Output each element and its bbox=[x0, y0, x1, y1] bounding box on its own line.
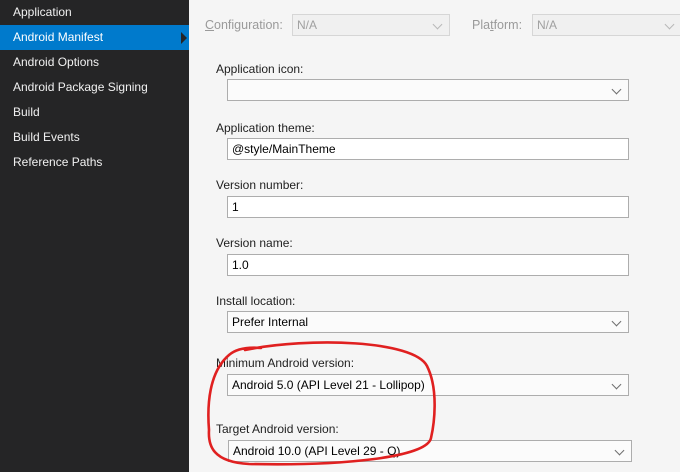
version-number-value: 1 bbox=[232, 200, 239, 214]
sidebar-item-label: Application bbox=[13, 5, 72, 19]
install-location-label: Install location: bbox=[216, 294, 296, 308]
platform-label: Platform: bbox=[472, 18, 523, 32]
sidebar-item-label: Android Manifest bbox=[13, 30, 104, 44]
minimum-android-version-select[interactable]: Android 5.0 (API Level 21 - Lollipop) bbox=[227, 374, 629, 396]
chevron-down-icon bbox=[432, 19, 443, 30]
application-theme-value: @style/MainTheme bbox=[232, 142, 336, 156]
sidebar: Application Android Manifest Android Opt… bbox=[0, 0, 189, 472]
configuration-label: Configuration: bbox=[205, 18, 283, 32]
platform-select[interactable]: N/A bbox=[532, 14, 680, 36]
application-icon-label: Application icon: bbox=[216, 62, 304, 76]
application-theme-label: Application theme: bbox=[216, 121, 315, 135]
chevron-down-icon bbox=[611, 84, 622, 95]
minimum-android-version-label: Minimum Android version: bbox=[216, 356, 355, 370]
platform-value: N/A bbox=[537, 18, 558, 32]
application-icon-select[interactable] bbox=[227, 79, 629, 101]
sidebar-item-build[interactable]: Build bbox=[0, 100, 189, 125]
sidebar-item-reference-paths[interactable]: Reference Paths bbox=[0, 150, 189, 175]
chevron-down-icon bbox=[611, 379, 622, 390]
sidebar-item-build-events[interactable]: Build Events bbox=[0, 125, 189, 150]
chevron-down-icon bbox=[614, 445, 625, 456]
install-location-value: Prefer Internal bbox=[232, 315, 309, 329]
sidebar-item-label: Build bbox=[13, 105, 40, 119]
configuration-bar: Configuration: N/A Platform: N/A bbox=[189, 0, 680, 50]
chevron-down-icon bbox=[664, 19, 675, 30]
sidebar-item-label: Android Options bbox=[13, 55, 100, 69]
sidebar-item-android-package-signing[interactable]: Android Package Signing bbox=[0, 75, 189, 100]
install-location-select[interactable]: Prefer Internal bbox=[227, 311, 629, 333]
chevron-down-icon bbox=[611, 316, 622, 327]
configuration-value: N/A bbox=[297, 18, 318, 32]
sidebar-item-application[interactable]: Application bbox=[0, 0, 189, 25]
version-name-input[interactable]: 1.0 bbox=[227, 254, 629, 276]
target-android-version-select[interactable]: Android 10.0 (API Level 29 - Q) bbox=[228, 440, 632, 462]
manifest-panel: Configuration: N/A Platform: N/A Applica… bbox=[189, 0, 680, 472]
sidebar-item-label: Build Events bbox=[13, 130, 80, 144]
version-name-value: 1.0 bbox=[232, 258, 249, 272]
sidebar-item-android-manifest[interactable]: Android Manifest bbox=[0, 25, 189, 50]
application-theme-input[interactable]: @style/MainTheme bbox=[227, 138, 629, 160]
target-android-version-label: Target Android version: bbox=[216, 422, 339, 436]
sidebar-item-label: Reference Paths bbox=[13, 155, 103, 169]
minimum-android-version-value: Android 5.0 (API Level 21 - Lollipop) bbox=[232, 378, 425, 392]
version-number-input[interactable]: 1 bbox=[227, 196, 629, 218]
sidebar-item-android-options[interactable]: Android Options bbox=[0, 50, 189, 75]
configuration-select[interactable]: N/A bbox=[292, 14, 450, 36]
version-number-label: Version number: bbox=[216, 178, 304, 192]
version-name-label: Version name: bbox=[216, 236, 293, 250]
target-android-version-value: Android 10.0 (API Level 29 - Q) bbox=[233, 444, 401, 458]
sidebar-item-label: Android Package Signing bbox=[13, 80, 148, 94]
